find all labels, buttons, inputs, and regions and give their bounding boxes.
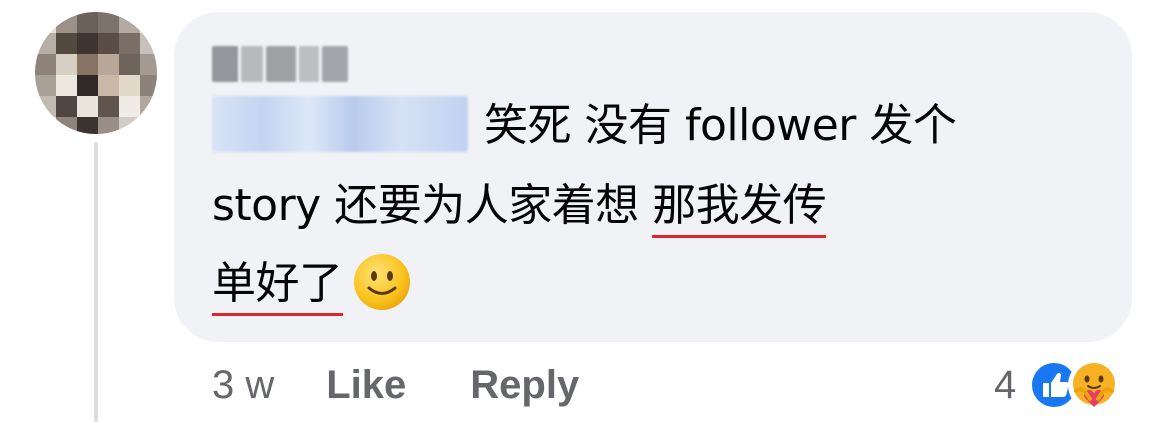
comment-text-line-3: 单好了 [212,253,411,316]
comment-actions: 3 w Like Reply [212,360,579,410]
timestamp[interactable]: 3 w [212,363,274,408]
spellcheck-underlined-text: 单好了 [212,258,343,316]
mention-tag-redacted[interactable] [212,96,468,152]
author-name-redacted[interactable] [212,42,352,86]
care-reaction-icon [1068,359,1121,411]
thread-line [94,142,98,422]
reply-button[interactable]: Reply [470,363,579,408]
comment-text-segment: 笑死 没有 follower 发个 [484,100,957,151]
spellcheck-underlined-text: 那我发传 [652,180,827,238]
slightly-smiling-face-emoji [353,253,411,311]
avatar[interactable] [35,12,157,134]
comment-text-line-1: 笑死 没有 follower 发个 [212,96,957,156]
reaction-summary[interactable]: 4 [994,354,1121,416]
reaction-count: 4 [994,362,1017,407]
comment-text-line-2: story 还要为人家着想 那我发传 [212,176,827,238]
like-button[interactable]: Like [326,363,406,408]
comment-text-segment: story 还要为人家着想 [212,180,653,231]
